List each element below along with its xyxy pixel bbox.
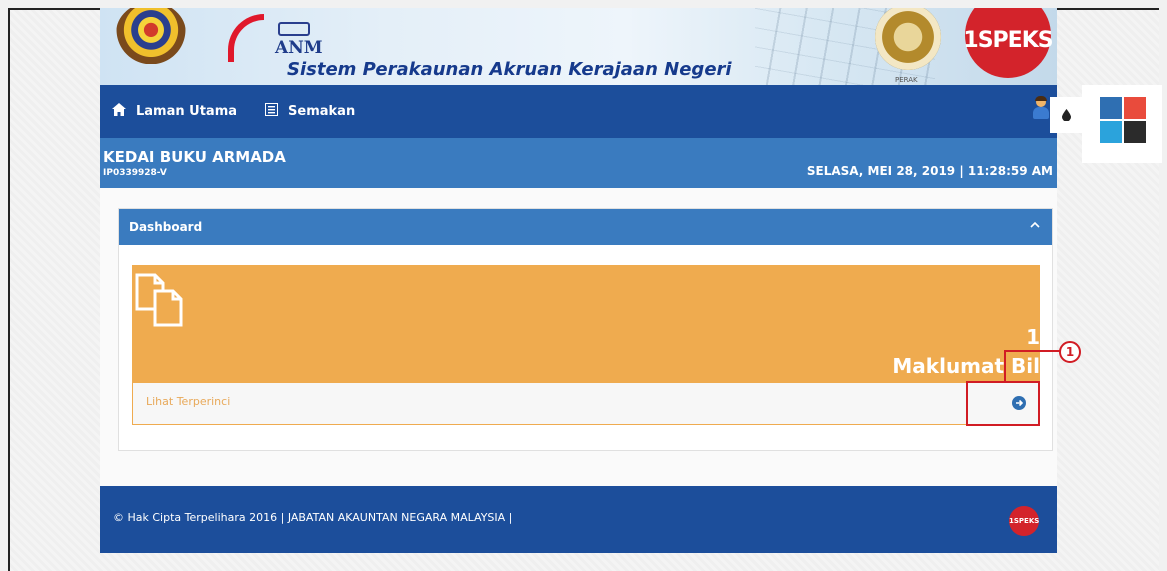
- nav-laman-utama[interactable]: Laman Utama: [112, 103, 237, 120]
- nav-laman-utama-label: Laman Utama: [136, 104, 238, 119]
- view-details-link[interactable]: Lihat Terperinci: [146, 395, 230, 408]
- company-name: KEDAI BUKU ARMADA: [103, 148, 286, 166]
- dashboard-panel-header: Dashboard: [119, 209, 1052, 245]
- maklumat-bil-stat-card: 1 Maklumat Bil: [132, 265, 1040, 383]
- footer-speks-logo: 1SPEKS: [1009, 506, 1039, 536]
- annotation-connector-horizontal: [1004, 350, 1060, 352]
- anm-logo-box: [278, 22, 310, 36]
- anm-logo-swoosh: [228, 14, 264, 62]
- theme-swatch-red[interactable]: [1124, 97, 1146, 119]
- stat-card-footer[interactable]: Lihat Terperinci: [132, 383, 1040, 425]
- annotation-marker: 1: [1059, 341, 1081, 363]
- page-footer: © Hak Cipta Terpelihara 2016 | JABATAN A…: [100, 486, 1057, 553]
- list-icon: [265, 103, 279, 120]
- malaysia-crest-icon: [116, 8, 186, 64]
- copyright-text: © Hak Cipta Terpelihara 2016 | JABATAN A…: [113, 511, 513, 524]
- perak-label: PERAK: [895, 76, 918, 84]
- theme-swatch-lightblue[interactable]: [1100, 121, 1122, 143]
- dashboard-panel: Dashboard 1 Maklumat Bil Lihat Terperinc…: [118, 208, 1053, 451]
- annotation-highlight-box: [966, 381, 1040, 426]
- company-header: KEDAI BUKU ARMADA IP0339928-V SELASA, ME…: [100, 138, 1057, 188]
- annotation-connector-vertical: [1004, 351, 1006, 382]
- nav-semakan[interactable]: Semakan: [265, 103, 355, 120]
- theme-color-panel: [1082, 85, 1162, 163]
- current-datetime: SELASA, MEI 28, 2019 | 11:28:59 AM: [806, 164, 1053, 178]
- chevron-up-icon[interactable]: [1030, 217, 1040, 232]
- user-icon[interactable]: [1033, 96, 1049, 119]
- header-banner: ANM Sistem Perakaunan Akruan Kerajaan Ne…: [100, 8, 1057, 85]
- stat-label: Maklumat Bil: [892, 354, 1040, 378]
- nav-semakan-label: Semakan: [288, 104, 356, 119]
- home-icon: [112, 103, 126, 120]
- dashboard-title: Dashboard: [129, 220, 203, 234]
- theme-swatch-black[interactable]: [1124, 121, 1146, 143]
- main-content: Dashboard 1 Maklumat Bil Lihat Terperinc…: [100, 188, 1057, 486]
- speks-badge: 1SPEKS: [963, 8, 1054, 78]
- theme-swatch-blue[interactable]: [1100, 97, 1122, 119]
- documents-icon: [133, 269, 203, 329]
- system-title: Sistem Perakaunan Akruan Kerajaan Negeri: [287, 59, 732, 80]
- company-id: IP0339928-V: [103, 168, 167, 178]
- main-navbar: Laman Utama Semakan: [100, 85, 1057, 138]
- anm-logo-text: ANM: [275, 38, 323, 58]
- stat-value: 1: [1026, 325, 1040, 349]
- droplet-icon[interactable]: [1050, 97, 1082, 133]
